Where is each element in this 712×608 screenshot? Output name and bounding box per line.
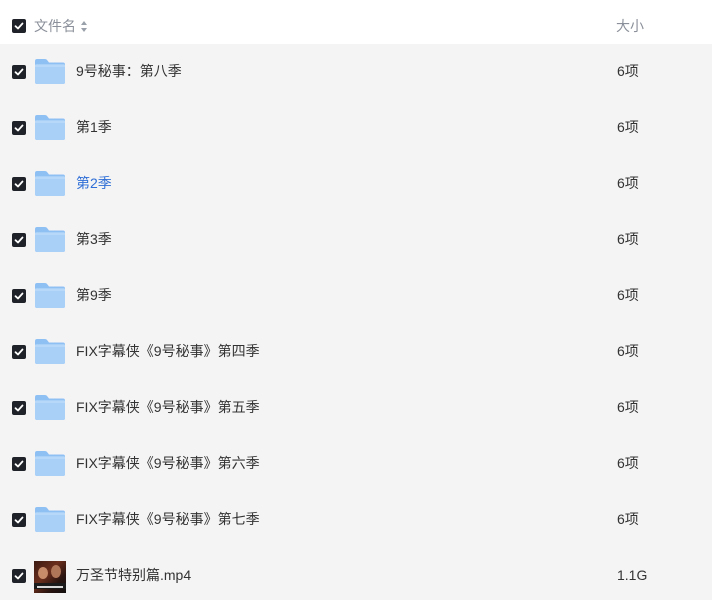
- file-size: 6项: [617, 287, 639, 303]
- checkbox-checked-icon: [14, 236, 24, 244]
- checkbox-checked-icon: [14, 180, 24, 188]
- file-name-link[interactable]: 第2季: [76, 174, 112, 192]
- file-name-link[interactable]: 第1季: [76, 118, 112, 136]
- checkbox-checked-icon: [14, 516, 24, 524]
- row-checkbox[interactable]: [12, 513, 26, 527]
- row-checkbox[interactable]: [12, 177, 26, 191]
- select-all-checkbox[interactable]: [12, 19, 26, 33]
- file-row[interactable]: 第9季 6项: [0, 268, 712, 324]
- folder-icon[interactable]: [34, 281, 66, 309]
- file-name-link[interactable]: 第9季: [76, 286, 112, 304]
- file-row[interactable]: 万圣节特别篇.mp4 1.1G: [0, 548, 712, 604]
- folder-icon[interactable]: [34, 449, 66, 477]
- file-name-link[interactable]: FIX字幕侠《9号秘事》第四季: [76, 342, 260, 360]
- folder-icon[interactable]: [34, 393, 66, 421]
- row-checkbox[interactable]: [12, 401, 26, 415]
- file-size: 6项: [617, 399, 639, 415]
- folder-icon[interactable]: [34, 337, 66, 365]
- file-size: 6项: [617, 175, 639, 191]
- file-list: 文件名 大小 9号秘事：第八季 6项 第1季 6项 第2季 6项 第3季 6项 第9季 6…: [0, 0, 712, 608]
- file-row[interactable]: 9号秘事：第八季 6项: [0, 44, 712, 100]
- file-row[interactable]: FIX字幕侠《9号秘事》第四季 6项: [0, 324, 712, 380]
- checkbox-checked-icon: [14, 22, 24, 30]
- row-checkbox[interactable]: [12, 569, 26, 583]
- folder-icon[interactable]: [34, 57, 66, 85]
- file-name-link[interactable]: 9号秘事：第八季: [76, 62, 182, 80]
- row-checkbox[interactable]: [12, 233, 26, 247]
- folder-icon[interactable]: [34, 505, 66, 533]
- column-header-size[interactable]: 大小: [616, 17, 644, 35]
- row-checkbox[interactable]: [12, 121, 26, 135]
- checkbox-checked-icon: [14, 68, 24, 76]
- sort-arrows-icon[interactable]: [81, 20, 88, 32]
- file-name-link[interactable]: FIX字幕侠《9号秘事》第六季: [76, 454, 260, 472]
- file-size: 1.1G: [617, 567, 648, 583]
- file-row[interactable]: FIX字幕侠《9号秘事》第七季 6项: [0, 492, 712, 548]
- checkbox-checked-icon: [14, 124, 24, 132]
- file-size: 6项: [617, 119, 639, 135]
- file-row[interactable]: 第2季 6项: [0, 156, 712, 212]
- folder-icon[interactable]: [34, 113, 66, 141]
- checkbox-checked-icon: [14, 348, 24, 356]
- file-name-link[interactable]: FIX字幕侠《9号秘事》第七季: [76, 510, 260, 528]
- row-checkbox[interactable]: [12, 65, 26, 79]
- folder-icon[interactable]: [34, 169, 66, 197]
- file-row[interactable]: 第3季 6项: [0, 212, 712, 268]
- file-row[interactable]: FIX字幕侠《9号秘事》第六季 6项: [0, 436, 712, 492]
- file-name-link[interactable]: FIX字幕侠《9号秘事》第五季: [76, 398, 260, 416]
- file-name-link[interactable]: 第3季: [76, 230, 112, 248]
- row-checkbox[interactable]: [12, 289, 26, 303]
- file-size: 6项: [617, 63, 639, 79]
- folder-icon[interactable]: [34, 225, 66, 253]
- file-row[interactable]: FIX字幕侠《9号秘事》第五季 6项: [0, 380, 712, 436]
- list-header: 文件名 大小: [0, 0, 712, 44]
- checkbox-checked-icon: [14, 572, 24, 580]
- column-header-name[interactable]: 文件名: [34, 17, 88, 35]
- file-size: 6项: [617, 343, 639, 359]
- file-size: 6项: [617, 511, 639, 527]
- row-checkbox[interactable]: [12, 457, 26, 471]
- checkbox-checked-icon: [14, 460, 24, 468]
- row-checkbox[interactable]: [12, 345, 26, 359]
- video-thumbnail-icon[interactable]: [34, 561, 66, 593]
- file-size: 6项: [617, 231, 639, 247]
- file-name-link[interactable]: 万圣节特别篇.mp4: [76, 566, 191, 584]
- file-list-body: 9号秘事：第八季 6项 第1季 6项 第2季 6项 第3季 6项 第9季 6项 FIX字幕…: [0, 44, 712, 600]
- column-header-name-label: 文件名: [34, 18, 76, 34]
- file-size: 6项: [617, 455, 639, 471]
- checkbox-checked-icon: [14, 292, 24, 300]
- file-row[interactable]: 第1季 6项: [0, 100, 712, 156]
- checkbox-checked-icon: [14, 404, 24, 412]
